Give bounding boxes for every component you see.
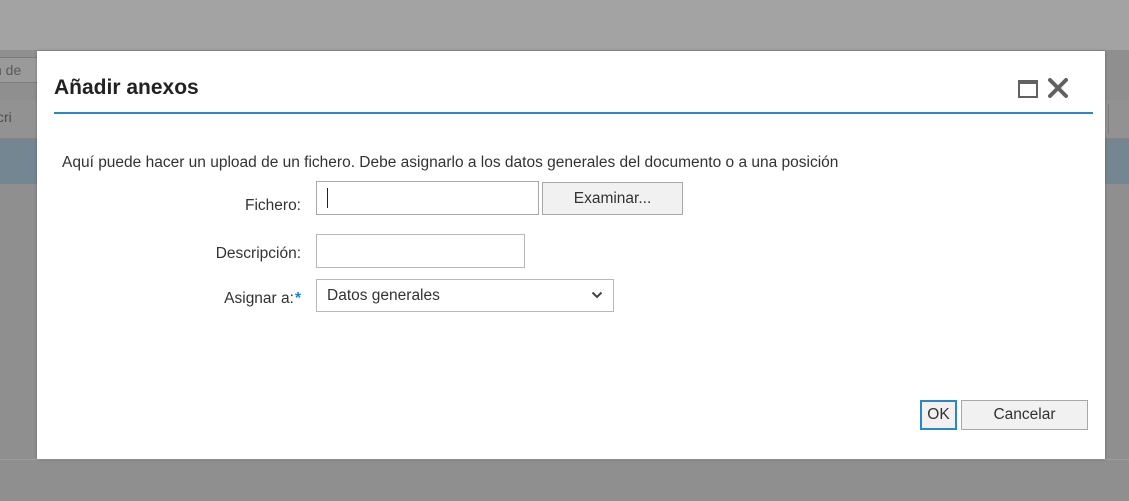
background-field: n de xyxy=(0,57,40,83)
assign-to-select[interactable]: Datos generales xyxy=(316,279,614,312)
assign-to-selected-value: Datos generales xyxy=(327,287,440,304)
assign-to-label-text: Asignar a: xyxy=(224,290,294,307)
background-column-divider xyxy=(1108,104,1109,134)
close-icon[interactable] xyxy=(1045,75,1071,101)
background-column-header: scri xyxy=(0,109,12,125)
description-input[interactable] xyxy=(316,234,525,268)
cancel-button[interactable]: Cancelar xyxy=(961,400,1088,430)
ok-button[interactable]: OK xyxy=(920,400,957,430)
file-label: Fichero: xyxy=(245,197,301,214)
background-divider xyxy=(0,459,1129,460)
background-toolbar xyxy=(0,0,1129,50)
dialog-instructions: Aquí puede hacer un upload de un fichero… xyxy=(62,154,839,171)
assign-to-label: Asignar a:* xyxy=(224,290,301,308)
required-indicator: * xyxy=(294,290,301,307)
description-label: Descripción: xyxy=(215,245,301,262)
dialog-title: Añadir anexos xyxy=(54,76,199,99)
dialog-header: Añadir anexos xyxy=(54,51,1093,114)
add-attachment-dialog: Añadir anexos Aquí puede hacer un upload… xyxy=(37,51,1105,459)
chevron-down-icon xyxy=(591,291,603,299)
file-input[interactable] xyxy=(316,181,539,215)
browse-button[interactable]: Examinar... xyxy=(542,182,683,215)
text-cursor xyxy=(327,188,328,208)
maximize-icon[interactable] xyxy=(1018,80,1038,98)
